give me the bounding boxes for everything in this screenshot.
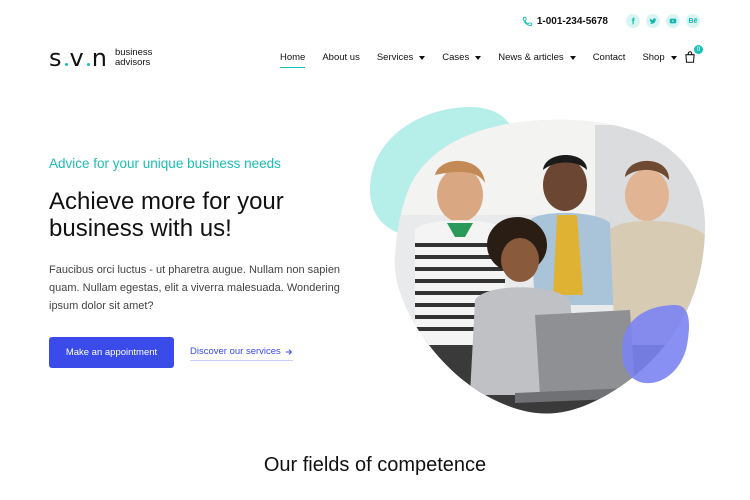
nav-item-cases[interactable]: Cases <box>442 52 482 63</box>
nav-label: Services <box>376 52 414 63</box>
nav-label: Shop <box>642 52 665 63</box>
nav-label: About us <box>322 52 360 63</box>
hero-image <box>370 107 706 414</box>
nav-item-news[interactable]: News & articles <box>498 52 576 63</box>
chevron-down-icon <box>670 55 677 60</box>
nav-item-services[interactable]: Services <box>376 52 426 63</box>
nav-item-about[interactable]: About us <box>322 52 360 63</box>
main-nav: Home About us Services Cases News & arti… <box>280 52 694 68</box>
chevron-down-icon <box>569 55 576 60</box>
nav-label: Contact <box>592 52 626 63</box>
logo-text: business advisors <box>115 48 153 68</box>
site-logo[interactable]: svn business advisors <box>49 44 152 72</box>
phone-link[interactable]: 1-001-234-5678 <box>522 16 608 27</box>
arrow-right-icon <box>285 348 292 355</box>
nav-label: Cases <box>442 52 470 63</box>
nav-item-shop[interactable]: Shop <box>642 52 677 63</box>
youtube-icon[interactable] <box>666 14 680 28</box>
make-appointment-button[interactable]: Make an appointment <box>49 337 174 368</box>
twitter-icon[interactable] <box>646 14 660 28</box>
facebook-icon[interactable] <box>626 14 640 28</box>
nav-label: News & articles <box>498 52 564 63</box>
hero-paragraph: Faucibus orci luctus - ut pharetra augue… <box>49 264 341 312</box>
nav-item-contact[interactable]: Contact <box>593 52 626 63</box>
cart-count-badge: 0 <box>694 45 703 54</box>
chevron-down-icon <box>419 55 426 60</box>
phone-icon <box>522 16 532 26</box>
cart-button[interactable]: 0 <box>683 45 703 69</box>
phone-number: 1-001-234-5678 <box>536 15 608 27</box>
hero-tagline: Advice for your unique business needs <box>49 156 281 171</box>
top-contact-bar: 1-001-234-5678 Bē <box>522 14 700 28</box>
logo-mark: svn <box>49 44 108 72</box>
discover-services-label: Discover our services <box>190 346 281 357</box>
chevron-down-icon <box>475 55 482 60</box>
nav-label: Home <box>280 52 306 63</box>
discover-services-link[interactable]: Discover our services <box>190 346 293 361</box>
logo-line-2: advisors <box>114 57 151 68</box>
section-title: Our fields of competence <box>263 454 487 476</box>
behance-icon[interactable]: Bē <box>686 14 700 28</box>
hero-headline: Achieve more for your business with us! <box>49 188 284 242</box>
nav-item-home[interactable]: Home <box>280 52 306 68</box>
